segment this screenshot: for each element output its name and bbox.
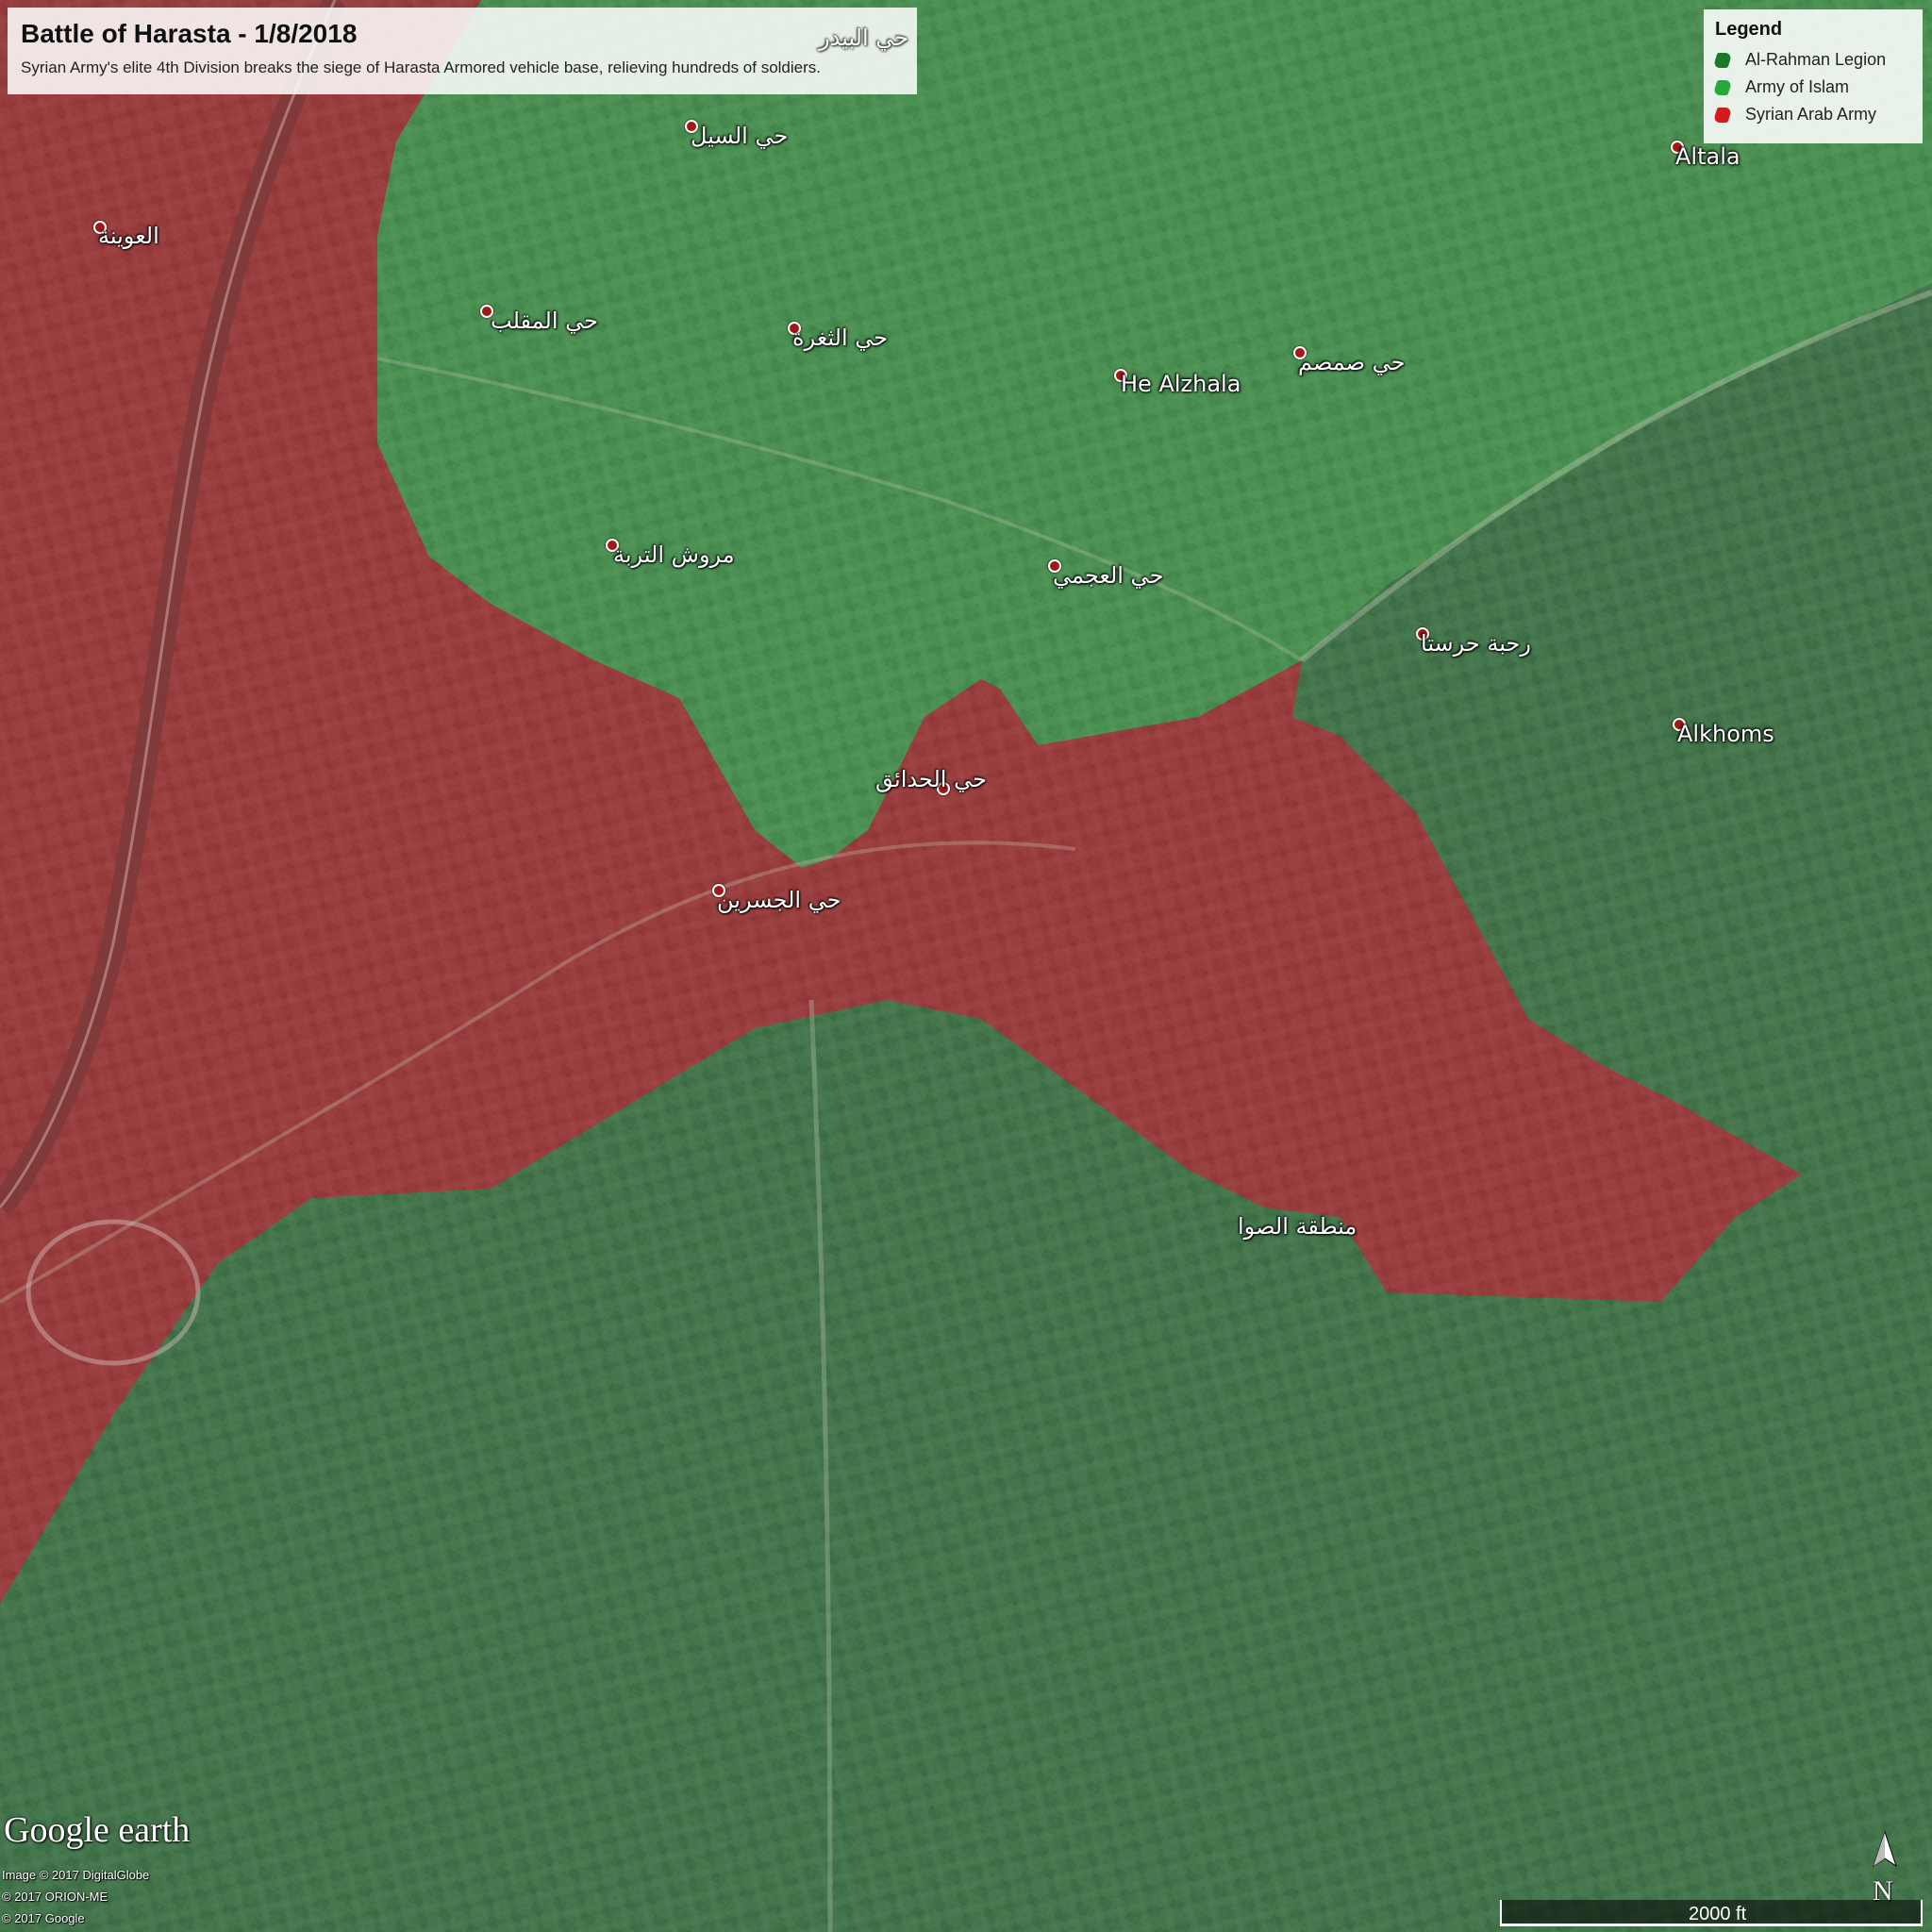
place-label-altala: Altala — [1675, 143, 1740, 170]
credit-line: Image © 2017 DigitalGlobe — [2, 1868, 150, 1882]
legend-item-army-of-islam: Army of Islam — [1712, 74, 1911, 101]
map-subtitle: Syrian Army's elite 4th Division breaks … — [21, 58, 821, 76]
place-label-samsam: حي صمصم — [1298, 349, 1406, 375]
legend-item-syrian-arab-army: Syrian Arab Army — [1712, 101, 1911, 128]
place-label-al-bayder: حي البيدر — [819, 25, 909, 51]
legend-swatch-al-rahman-icon — [1712, 52, 1733, 68]
legend: Legend Al-Rahman Legion Army of Islam Sy… — [1704, 9, 1923, 143]
place-label-al-awina: العوينة — [98, 223, 159, 249]
satellite-map — [0, 0, 1932, 1932]
place-label-rahba-harasta: رحبة حرستا — [1421, 630, 1531, 657]
place-label-al-ajami: حي العجمي — [1053, 562, 1164, 589]
place-label-alkhoms: Alkhoms — [1677, 721, 1774, 747]
place-label-mrouj-al-turba: مروش التربة — [613, 541, 735, 568]
credit-line: © 2017 Google — [2, 1911, 85, 1925]
map-title-box: Battle of Harasta - 1/8/2018 Syrian Army… — [8, 8, 917, 94]
legend-swatch-syrian-arab-army-icon — [1712, 107, 1733, 123]
place-label-al-jisrayn: حي الجسرين — [717, 887, 841, 913]
credit-line: © 2017 ORION-ME — [2, 1890, 108, 1904]
place-label-al-sayl: حي السيل — [691, 123, 789, 149]
imagery-credits: Image © 2017 DigitalGlobe © 2017 ORION-M… — [2, 1864, 149, 1929]
legend-label: Army of Islam — [1745, 77, 1850, 96]
place-label-al-thaghra: حي الثغرة — [792, 325, 889, 351]
place-label-al-hadaiq: حي الحدائق — [875, 766, 987, 792]
legend-item-al-rahman-legion: Al-Rahman Legion — [1712, 46, 1911, 74]
scale-label: 2000 ft — [1689, 1904, 1747, 1924]
legend-label: Syrian Arab Army — [1745, 105, 1877, 124]
legend-label: Al-Rahman Legion — [1745, 50, 1887, 69]
place-label-mintaqat-al-sawwa: منطقة الصوا — [1238, 1213, 1357, 1240]
legend-title: Legend — [1715, 19, 1783, 40]
place-label-he-alzhala: He Alzhala — [1121, 371, 1241, 397]
legend-swatch-army-of-islam-icon — [1712, 79, 1733, 95]
place-label-al-maqlab: حي المقلب — [491, 308, 598, 334]
map-title: Battle of Harasta - 1/8/2018 — [21, 19, 358, 48]
google-earth-logo: Google earth — [4, 1810, 191, 1850]
